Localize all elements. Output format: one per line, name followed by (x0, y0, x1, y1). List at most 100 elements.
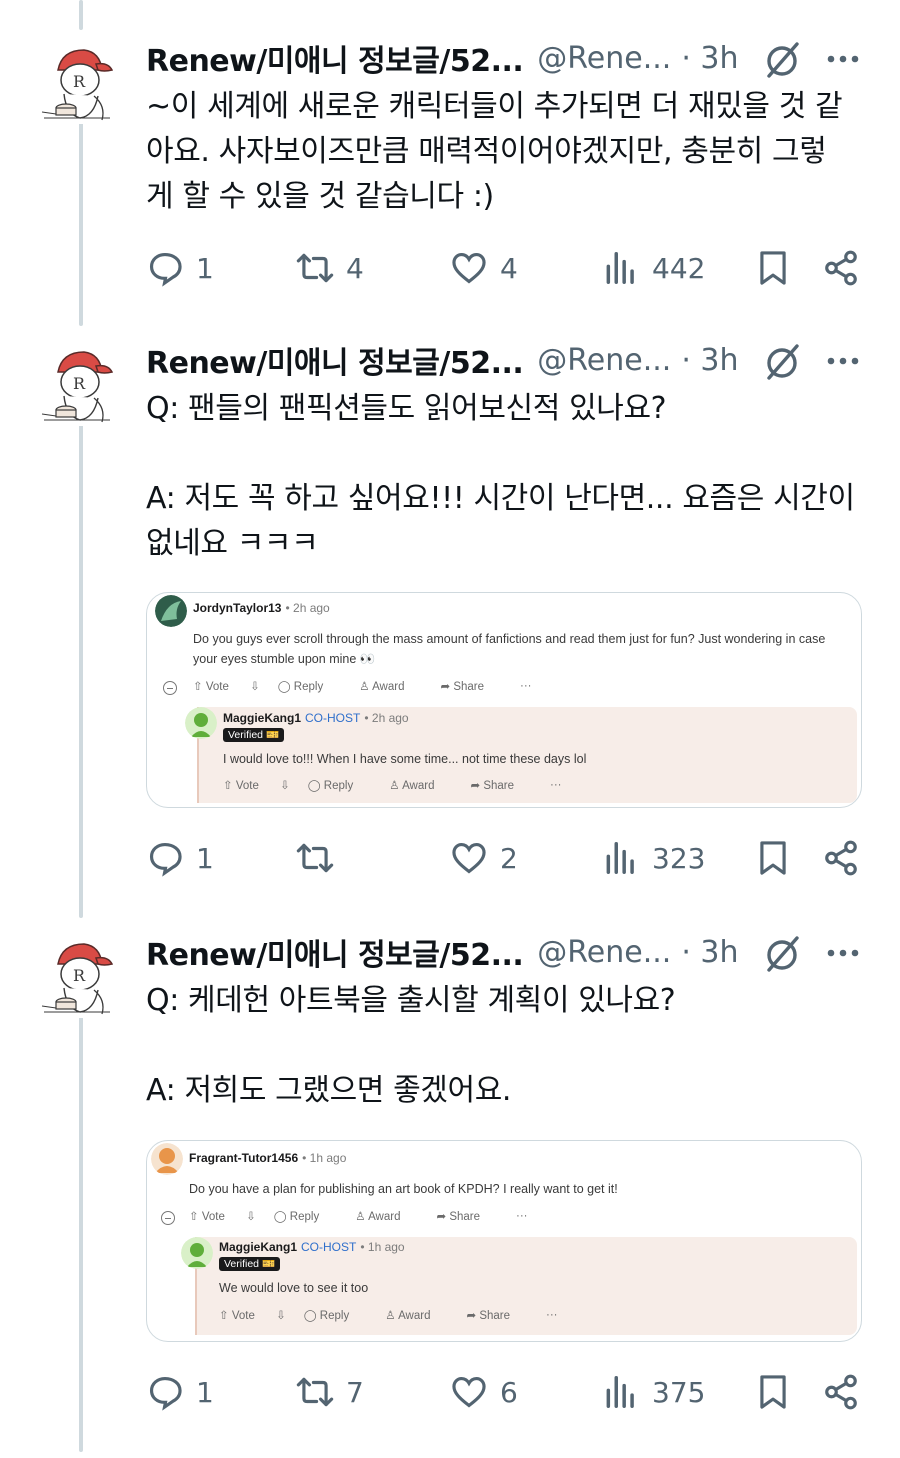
grok-icon[interactable] (762, 934, 802, 974)
handle[interactable]: @Rene... (537, 343, 671, 378)
answer-line: A: 저희도 그랬으면 좋겠어요. (146, 1073, 512, 1108)
more-dots: ··· (520, 680, 532, 692)
reply-label: Reply (289, 1211, 320, 1223)
tweet-text: Q: 케데헌 아트북을 출시할 계획이 있나요? A: 저희도 그랬으면 좋겠어… (146, 978, 866, 1113)
verified-badge: Verified 🎫 (219, 1257, 281, 1271)
avatar[interactable] (36, 40, 120, 124)
reply-label: Reply (319, 1310, 350, 1322)
reply-link: ◯ Reply (273, 1211, 320, 1223)
vote-control: ⇧ Vote ⇩ (193, 681, 260, 693)
like-button[interactable]: 4 (450, 246, 518, 290)
share-icon (825, 250, 857, 286)
reply-count: 1 (196, 841, 214, 875)
tweet-actions: 1 2 323 (0, 836, 900, 880)
reply-icon (149, 1376, 182, 1411)
share-button[interactable] (822, 1370, 860, 1414)
more-icon[interactable] (826, 356, 860, 366)
display-name[interactable]: Renew/미애니 정보글/52... (146, 930, 524, 974)
reply-text: We would love to see it too (219, 1281, 369, 1295)
tweet-text: ~이 세계에 새로운 캐릭터들이 추가되면 더 재밌을 것 같 아요. 사자보이… (146, 84, 866, 219)
share-label: Share (453, 681, 484, 693)
vote-control: ⇧ Vote ⇩ (219, 1310, 286, 1322)
bookmark-icon (760, 841, 786, 875)
bookmark-icon (760, 251, 786, 285)
views-button[interactable]: 442 (602, 246, 705, 290)
reply-count: 1 (196, 1375, 214, 1409)
avatar[interactable] (36, 342, 120, 426)
commenter-avatar (155, 595, 187, 627)
commenter-avatar (151, 1143, 183, 1175)
share-link: ➦ Share (466, 1310, 510, 1322)
bookmark-button[interactable] (754, 1370, 792, 1414)
repost-button[interactable] (296, 836, 346, 880)
timestamp[interactable]: · 3h (681, 343, 738, 378)
reply-text: I would love to!!! When I have some time… (223, 752, 587, 766)
timestamp[interactable]: · 3h (681, 41, 738, 76)
reply-time: • 2h ago (364, 711, 409, 725)
text-line: 게 할 수 있을 것 같습니다 :) (146, 179, 494, 214)
bookmark-icon (760, 1375, 786, 1409)
grok-icon[interactable] (762, 40, 802, 80)
reply-button[interactable]: 1 (146, 246, 214, 290)
more-icon[interactable] (826, 948, 860, 958)
repost-button[interactable]: 7 (296, 1370, 364, 1414)
comment-time: • 1h ago (302, 1151, 347, 1165)
like-button[interactable]: 2 (450, 836, 518, 880)
bookmark-button[interactable] (754, 836, 792, 880)
award-link: ♙ Award (359, 681, 405, 693)
like-icon (452, 842, 486, 874)
display-name[interactable]: Renew/미애니 정보글/52... (146, 338, 524, 382)
views-button[interactable]: 375 (602, 1370, 705, 1414)
award-label: Award (398, 1310, 431, 1322)
share-button[interactable] (822, 836, 860, 880)
handle[interactable]: @Rene... (537, 41, 671, 76)
embedded-image-card[interactable]: Fragrant-Tutor1456 • 1h ago Do you have … (146, 1140, 862, 1342)
grok-icon[interactable] (762, 342, 802, 382)
comment-actions: ⇧ Vote ⇩ ◯ Reply ♙ Award ➦ Share ··· (193, 679, 550, 693)
cohost-badge: CO-HOST (305, 711, 361, 725)
view-count: 323 (652, 841, 706, 875)
share-icon (825, 1374, 857, 1410)
more-icon[interactable] (826, 54, 860, 64)
question-line: Q: 케데헌 아트북을 출시할 계획이 있나요? (146, 983, 676, 1018)
avatar[interactable] (36, 934, 120, 1018)
vote-label: Vote (235, 780, 259, 792)
vote-label: Vote (205, 681, 229, 693)
repost-icon (296, 1377, 334, 1407)
reply-button[interactable]: 1 (146, 836, 214, 880)
views-icon (606, 842, 634, 874)
award-link: ♙ Award (385, 1310, 431, 1322)
award-link: ♙ Award (355, 1211, 401, 1223)
timestamp[interactable]: · 3h (681, 935, 738, 970)
reply-icon (149, 842, 182, 877)
reply-button[interactable]: 1 (146, 1370, 214, 1414)
commenter-username: JordynTaylor13 (193, 601, 282, 615)
share-button[interactable] (822, 246, 860, 290)
reply-label: Reply (323, 780, 354, 792)
like-count: 4 (500, 251, 518, 285)
like-button[interactable]: 6 (450, 1370, 518, 1414)
handle[interactable]: @Rene... (537, 935, 671, 970)
like-icon (452, 252, 486, 284)
views-button[interactable]: 323 (602, 836, 705, 880)
vote-label: Vote (201, 1211, 225, 1223)
share-link: ➦ Share (440, 681, 484, 693)
comment-actions: ⇧ Vote ⇩ ◯ Reply ♙ Award ➦ Share ··· (189, 1209, 546, 1223)
reply-time: • 1h ago (360, 1240, 405, 1254)
like-count: 2 (500, 841, 518, 875)
text-line: 아요. 사자보이즈만큼 매력적이어야겠지만, 충분히 그렇 (146, 134, 827, 169)
tweet[interactable]: Renew/미애니 정보글/52... @Rene... · 3h Q: 케데헌… (0, 932, 900, 1132)
question-line: Q: 팬들의 팬픽션들도 읽어보신적 있나요? (146, 391, 667, 426)
host-username: MaggieKang1 (219, 1240, 298, 1254)
answer-line: 없네요 ㅋㅋㅋ (146, 526, 319, 561)
reply-link: ◯ Reply (277, 681, 324, 693)
reply-link: ◯ Reply (303, 1310, 350, 1322)
display-name[interactable]: Renew/미애니 정보글/52... (146, 36, 524, 80)
embedded-image-card[interactable]: JordynTaylor13 • 2h ago Do you guys ever… (146, 592, 862, 808)
cohost-badge: CO-HOST (301, 1240, 357, 1254)
bookmark-button[interactable] (754, 246, 792, 290)
more-dots: ··· (550, 779, 562, 791)
reply-icon (149, 252, 182, 287)
award-label: Award (368, 1211, 401, 1223)
repost-button[interactable]: 4 (296, 246, 364, 290)
